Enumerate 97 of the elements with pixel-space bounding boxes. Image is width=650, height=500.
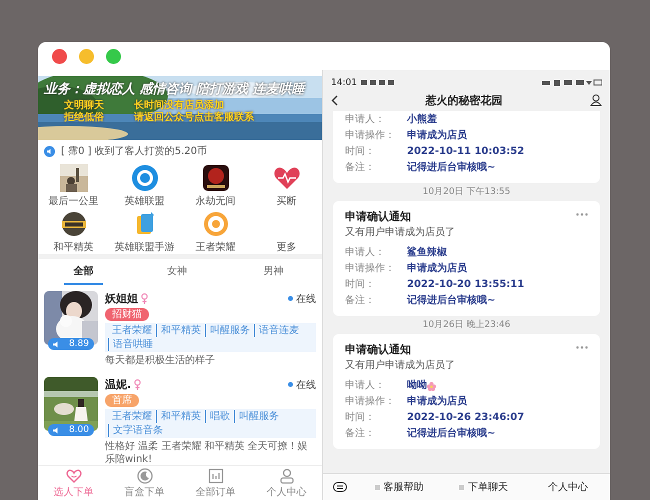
speaker-icon — [53, 340, 60, 348]
window-control[interactable] — [52, 48, 67, 64]
filter-tab[interactable]: 全部 — [64, 259, 104, 285]
status-text: 在线 — [296, 292, 316, 306]
skill-tag: 和平精英 — [156, 324, 205, 337]
skill-tag: 文字语音条 — [108, 424, 167, 437]
field-value: 呦呦 — [407, 379, 427, 393]
card-subtitle: 又有用户申请成为店员了 — [345, 359, 456, 373]
banner-text: 长时间没有店员添加 — [134, 100, 225, 111]
user-bio: 每天都是积极生活的样子 — [105, 354, 216, 367]
field-label: 申请操作： — [345, 262, 396, 276]
card-title: 申请确认通知 — [345, 209, 411, 224]
field-value: 记得进后台审核哦~ — [407, 161, 496, 175]
card-title: 申请确认通知 — [345, 342, 411, 357]
banner-text: 请返回公众号点击客服联系 — [134, 112, 254, 124]
speaker-icon — [44, 146, 55, 156]
nav-tab[interactable]: 盲盒下单 — [109, 466, 180, 500]
field-value: 记得进后台审核哦~ — [407, 294, 496, 308]
moon-icon — [136, 468, 152, 484]
chat-title: 惹火的秘密花园 — [424, 92, 504, 108]
heart-icon — [66, 468, 82, 484]
person-icon — [590, 94, 602, 106]
field-label: 备注： — [345, 161, 376, 175]
field-label: 申请人： — [345, 246, 386, 260]
field-value: 申请成为店员 — [407, 395, 467, 409]
keyboard-icon[interactable] — [333, 482, 347, 492]
field-label: 备注： — [345, 294, 376, 308]
field-label: 申请人： — [345, 379, 386, 393]
price-text: 8.89 — [68, 339, 89, 349]
status-text: 在线 — [296, 378, 316, 392]
back-icon — [331, 94, 338, 106]
skill-tag: 叫醒服务 — [205, 324, 254, 337]
category-item[interactable]: 最后一公里 — [48, 194, 98, 208]
chart-icon — [208, 468, 224, 484]
game-badge-icon — [60, 210, 88, 238]
window-control[interactable] — [106, 48, 121, 64]
field-value: 小熊羞 — [407, 113, 437, 127]
field-label: 申请操作： — [345, 129, 396, 143]
field-value: 2022-10-26 23:46:07 — [407, 411, 524, 425]
notice-text: [ 霈0 ] 收到了客人打赏的5.20币 — [61, 144, 207, 158]
rank-badge: 首席 — [105, 394, 139, 407]
field-label: 备注： — [345, 427, 376, 441]
filter-tab[interactable]: 女神 — [128, 259, 226, 285]
person-icon — [278, 468, 294, 484]
nav-tab[interactable]: 个人中心 — [251, 466, 322, 500]
field-value: 申请成为店员 — [407, 262, 467, 276]
field-value: 鲨鱼辣椒 — [407, 246, 447, 260]
game-logo-icon — [130, 164, 158, 192]
window-control[interactable] — [79, 48, 94, 64]
skill-tag: 王者荣耀 — [108, 324, 156, 337]
target-icon — [202, 210, 230, 238]
speaker-icon — [53, 426, 60, 434]
field-value: 2022-10-20 13:55:11 — [407, 278, 524, 292]
field-label: 申请操作： — [345, 395, 396, 409]
skill-tag: 唱歌 — [205, 410, 234, 423]
category-item[interactable]: 英雄联盟手游 — [114, 240, 174, 254]
user-name: 温妮. — [105, 377, 132, 392]
skill-tag: 语音连麦 — [254, 324, 303, 337]
message-time: 10月26日 晚上23:46 — [422, 318, 512, 332]
category-item[interactable]: 永劫无间 — [196, 194, 236, 208]
field-value: 记得进后台审核哦~ — [407, 427, 496, 441]
field-label: 时间： — [345, 278, 376, 292]
banner-text: 文明聊天 — [64, 100, 104, 112]
category-item[interactable]: 买断 — [276, 194, 296, 208]
field-label: 时间： — [345, 411, 376, 425]
field-value: 2022-10-11 10:03:52 — [407, 145, 524, 159]
status-time: 14:01 — [331, 78, 357, 88]
female-icon — [134, 379, 142, 390]
category-item[interactable]: 和平精英 — [54, 240, 94, 254]
skill-tag: 叫醒服务 — [234, 410, 283, 423]
more-icon[interactable] — [576, 213, 588, 216]
menu-item[interactable]: 客服帮助 — [357, 480, 442, 494]
nav-tab[interactable]: 全部订单 — [180, 466, 251, 500]
card-subtitle: 又有用户申请成为店员了 — [345, 226, 456, 240]
price-text: 8.00 — [68, 425, 89, 435]
skill-tag: 王者荣耀 — [108, 410, 156, 423]
female-icon — [141, 293, 148, 304]
signal-icons — [542, 79, 602, 86]
skill-tag: 和平精英 — [156, 410, 205, 423]
category-item[interactable]: 英雄联盟 — [124, 194, 164, 208]
menu-item[interactable]: 个人中心 — [526, 480, 610, 494]
user-name: 妖姐姐 — [105, 291, 138, 306]
filter-tab[interactable]: 男神 — [225, 259, 322, 285]
game-tile-icon — [202, 164, 230, 192]
category-item[interactable]: 王者荣耀 — [196, 240, 236, 254]
banner-headline: 业务：虚拟恋人 感情咨询 陪打游戏 连麦哄睡 — [44, 80, 307, 98]
banner-text: 拒绝低俗 — [64, 112, 104, 124]
user-bio: 性格好 温柔 王者荣耀 和平精英 全天可撩！娱乐陪wink! — [105, 440, 309, 465]
rank-badge: 招财猫 — [105, 308, 149, 321]
field-value: 申请成为店员 — [407, 129, 467, 143]
field-label: 申请人： — [345, 113, 386, 127]
field-label: 时间： — [345, 145, 376, 159]
more-icon[interactable] — [576, 346, 588, 349]
message-time: 10月20日 下午13:55 — [422, 186, 512, 199]
menu-item[interactable]: 下单聊天 — [441, 480, 526, 494]
category-item[interactable]: 更多 — [276, 240, 296, 254]
skill-tag: 语音哄睡 — [108, 338, 157, 351]
